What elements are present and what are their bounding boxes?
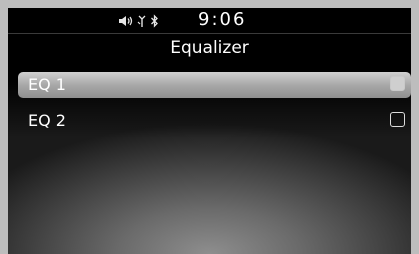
status-bar: 9:06 xyxy=(8,8,411,34)
eq-list: EQ 1 EQ 2 xyxy=(18,72,411,144)
page-title: Equalizer xyxy=(170,38,249,58)
speaker-icon xyxy=(118,14,134,28)
list-item-label: EQ 1 xyxy=(28,75,66,94)
clock: 9:06 xyxy=(198,9,247,30)
checkbox[interactable] xyxy=(390,112,405,127)
list-item-eq2[interactable]: EQ 2 xyxy=(18,108,411,134)
list-item-eq1[interactable]: EQ 1 xyxy=(18,72,411,98)
status-icons xyxy=(118,12,159,29)
checkbox[interactable] xyxy=(390,76,405,91)
phone-signal-icon xyxy=(137,14,147,28)
display-screen: 9:06 Equalizer EQ 1 EQ 2 xyxy=(8,8,411,254)
list-item-label: EQ 2 xyxy=(28,111,66,130)
bluetooth-icon xyxy=(150,13,159,28)
device-frame: 9:06 Equalizer EQ 1 EQ 2 xyxy=(0,0,419,254)
